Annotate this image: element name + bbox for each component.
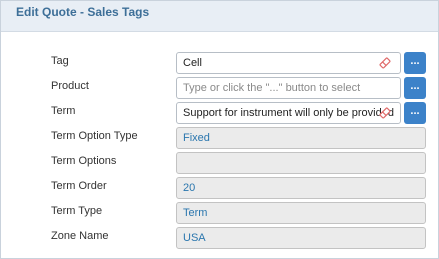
term-option-type-field: Fixed [176, 127, 426, 149]
tag-value: Cell [183, 57, 202, 69]
zone-name-label: Zone Name [51, 230, 109, 242]
term-value: Support for instrument will only be prov… [183, 107, 394, 119]
term-type-field: Term [176, 202, 426, 224]
term-label: Term [51, 105, 76, 117]
term-option-type-value: Fixed [183, 132, 210, 144]
tag-field[interactable]: Cell [176, 52, 401, 74]
product-field[interactable]: Type or click the "..." button to select [176, 77, 401, 99]
term-field[interactable]: Support for instrument will only be prov… [176, 102, 401, 124]
term-order-field: 20 [176, 177, 426, 199]
term-options-field [176, 152, 426, 174]
zone-name-value: USA [183, 232, 206, 244]
tag-label: Tag [51, 55, 69, 67]
panel-title: Edit Quote - Sales Tags [16, 5, 150, 19]
product-label: Product [51, 80, 89, 92]
term-order-value: 20 [183, 182, 196, 194]
panel-header: Edit Quote - Sales Tags [1, 1, 438, 32]
term-order-label: Term Order [51, 180, 107, 192]
zone-name-field: USA [176, 227, 426, 249]
product-lookup-button[interactable]: ... [404, 77, 426, 99]
eraser-icon[interactable] [378, 56, 392, 70]
term-options-label: Term Options [51, 155, 117, 167]
term-type-label: Term Type [51, 205, 103, 217]
tag-lookup-button[interactable]: ... [404, 52, 426, 74]
product-placeholder: Type or click the "..." button to select [183, 82, 361, 94]
term-option-type-label: Term Option Type [51, 130, 138, 142]
term-lookup-button[interactable]: ... [404, 102, 426, 124]
term-type-value: Term [183, 207, 208, 219]
eraser-icon[interactable] [378, 106, 392, 120]
